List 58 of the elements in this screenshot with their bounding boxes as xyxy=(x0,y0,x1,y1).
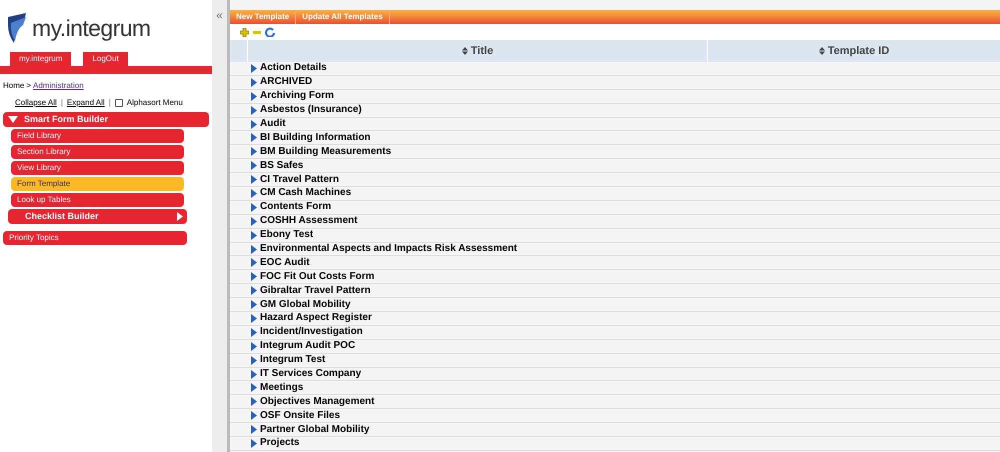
collapse-all-link[interactable]: Collapse All xyxy=(15,97,57,109)
template-title[interactable]: CI Travel Pattern xyxy=(260,174,339,185)
menu-item[interactable]: Form Template xyxy=(11,177,184,191)
link-separator: | xyxy=(108,97,111,109)
template-title[interactable]: Integrum Test xyxy=(260,355,326,366)
template-title[interactable]: Hazard Aspect Register xyxy=(260,313,372,324)
template-title[interactable]: BI Building Information xyxy=(260,132,371,143)
caret-down-icon xyxy=(8,116,18,123)
menu-item[interactable]: View Library xyxy=(11,161,184,175)
template-title[interactable]: FOC Fit Out Costs Form xyxy=(260,272,374,282)
menu-item[interactable]: Look up Tables xyxy=(11,193,184,207)
column-header[interactable]: Template ID xyxy=(708,40,1000,62)
template-title[interactable]: Objectives Management xyxy=(260,396,374,407)
template-title[interactable]: EOC Audit xyxy=(260,258,310,268)
nav-tab[interactable]: LogOut xyxy=(83,52,128,66)
template-title[interactable]: Projects xyxy=(260,438,300,448)
template-title[interactable]: Action Details xyxy=(260,63,327,74)
template-title[interactable]: Audit xyxy=(260,119,286,129)
collapse-sidebar-button[interactable]: « xyxy=(216,8,223,22)
template-title[interactable]: BM Building Measurements xyxy=(260,146,392,157)
sort-icon xyxy=(462,47,468,55)
template-title[interactable]: OSF Onsite Files xyxy=(260,410,340,421)
sort-icon xyxy=(818,47,825,55)
template-title[interactable]: COSHH Assessment xyxy=(260,216,358,226)
template-title[interactable]: CM Cash Machines xyxy=(260,188,352,198)
logo-text: my.integrum xyxy=(32,16,151,40)
nav-tab[interactable]: my.integrum xyxy=(10,52,72,66)
template-title[interactable]: Ebony Test xyxy=(260,230,314,240)
link-separator: | xyxy=(60,97,63,109)
breadcrumb-home: Home xyxy=(3,80,24,92)
template-title[interactable]: IT Services Company xyxy=(260,369,362,380)
template-title[interactable]: Partner Global Mobility xyxy=(260,424,370,435)
menu-item[interactable]: Priority Topics xyxy=(3,231,187,245)
template-title[interactable]: Incident/Investigation xyxy=(260,327,363,338)
template-title[interactable]: GM Global Mobility xyxy=(260,300,351,310)
menu-group-header[interactable]: Smart Form Builder xyxy=(3,112,209,127)
expand-all-link[interactable]: Expand All xyxy=(66,97,105,109)
caret-right-icon xyxy=(177,212,183,221)
breadcrumb-separator: > xyxy=(26,80,32,92)
template-title[interactable]: Archiving Form xyxy=(260,91,334,102)
column-header[interactable]: Title xyxy=(248,40,708,62)
template-title[interactable]: Contents Form xyxy=(260,202,332,212)
template-title[interactable]: Environmental Aspects and Impacts Risk Assessment xyxy=(260,244,518,254)
refresh-icon[interactable] xyxy=(265,27,275,37)
menu-item[interactable]: Field Library xyxy=(11,129,184,143)
alphasort-checkbox[interactable] xyxy=(114,99,123,107)
template-title[interactable]: Asbestos (Insurance) xyxy=(260,105,362,116)
menu-subgroup-header[interactable]: Checklist Builder xyxy=(8,209,187,224)
plus-icon[interactable] xyxy=(240,28,249,36)
shield-logo-icon xyxy=(6,13,28,43)
template-title[interactable]: Meetings xyxy=(260,382,304,393)
template-title[interactable]: Integrum Audit POC xyxy=(260,341,356,352)
template-title[interactable]: ARCHIVED xyxy=(260,77,312,88)
menu-item[interactable]: Section Library xyxy=(11,145,184,159)
template-title[interactable]: BS Safes xyxy=(260,160,304,171)
template-title[interactable]: Gibraltar Travel Pattern xyxy=(260,286,371,296)
breadcrumb-link[interactable]: Administration xyxy=(33,80,84,92)
alphasort-label: Alphasort Menu xyxy=(126,97,183,109)
